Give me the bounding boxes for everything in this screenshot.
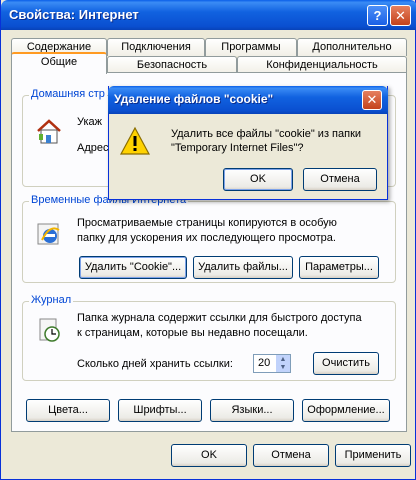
- delete-files-button[interactable]: Удалить файлы...: [193, 256, 293, 279]
- dialog-message-2: "Temporary Internet Files"?: [171, 142, 304, 154]
- tab-general[interactable]: Общие: [11, 52, 107, 74]
- history-description-1: Папка журнала содержит ссылки для быстро…: [77, 312, 362, 324]
- stepper-down-icon[interactable]: ▼: [276, 364, 290, 372]
- history-days-stepper[interactable]: 20 ▲ ▼: [253, 354, 291, 373]
- homepage-legend: Домашняя стр: [29, 88, 107, 100]
- dialog-title: Удаление файлов "cookie": [114, 92, 274, 106]
- internet-options-window: Свойства: Интернет ? ✕ Содержание Подклю…: [0, 0, 416, 480]
- history-group: Журнал Папка журнала содержит ссылки для…: [22, 294, 396, 381]
- history-clock-icon: [35, 316, 63, 347]
- languages-button[interactable]: Языки...: [210, 399, 294, 422]
- history-description-2: к страницам, которые вы недавно посещали…: [77, 327, 308, 339]
- dialog-ok-button[interactable]: OK: [223, 168, 293, 191]
- homepage-address-label: Адрес: [77, 142, 109, 154]
- ok-button[interactable]: OK: [171, 444, 247, 467]
- clear-history-button[interactable]: Очистить: [313, 352, 379, 375]
- dialog-close-button[interactable]: ✕: [362, 90, 382, 110]
- temp-files-description-1: Просматриваемые страницы копируются в ос…: [77, 217, 337, 229]
- house-icon: [35, 118, 63, 149]
- history-days-value: 20: [258, 357, 271, 369]
- apply-button[interactable]: Применить: [335, 444, 411, 467]
- colors-button[interactable]: Цвета...: [26, 399, 110, 422]
- dialog-message-1: Удалить все файлы "cookie" из папки: [171, 128, 362, 140]
- close-button[interactable]: ✕: [390, 5, 411, 26]
- window-title: Свойства: Интернет: [9, 7, 139, 22]
- dialog-title-bar[interactable]: Удаление файлов "cookie" ✕: [108, 86, 388, 114]
- help-button[interactable]: ?: [367, 5, 388, 26]
- tab-connections[interactable]: Подключения: [107, 38, 205, 56]
- homepage-text: Укаж: [77, 116, 103, 128]
- settings-button[interactable]: Параметры...: [299, 256, 379, 279]
- title-bar[interactable]: Свойства: Интернет ? ✕: [1, 0, 416, 30]
- temp-files-group: Временные файлы Интернета Просматриваемы…: [22, 194, 396, 283]
- history-days-label: Сколько дней хранить ссылки:: [77, 358, 233, 370]
- history-legend: Журнал: [29, 294, 74, 306]
- delete-cookies-dialog: Удаление файлов "cookie" ✕ Удалить все ф…: [108, 86, 388, 200]
- tab-advanced[interactable]: Дополнительно: [297, 38, 407, 56]
- stepper-up-icon[interactable]: ▲: [276, 355, 290, 364]
- dialog-cancel-button[interactable]: Отмена: [303, 168, 377, 191]
- tab-programs[interactable]: Программы: [205, 38, 297, 56]
- fonts-button[interactable]: Шрифты...: [118, 399, 202, 422]
- delete-cookies-button[interactable]: Удалить "Cookie"...: [79, 256, 187, 279]
- ie-logo-icon: [35, 220, 63, 251]
- warning-icon: [119, 126, 151, 159]
- temp-files-description-2: папку для ускорения их последующего прос…: [77, 232, 336, 244]
- cancel-button[interactable]: Отмена: [253, 444, 329, 467]
- accessibility-button[interactable]: Оформление...: [302, 399, 390, 422]
